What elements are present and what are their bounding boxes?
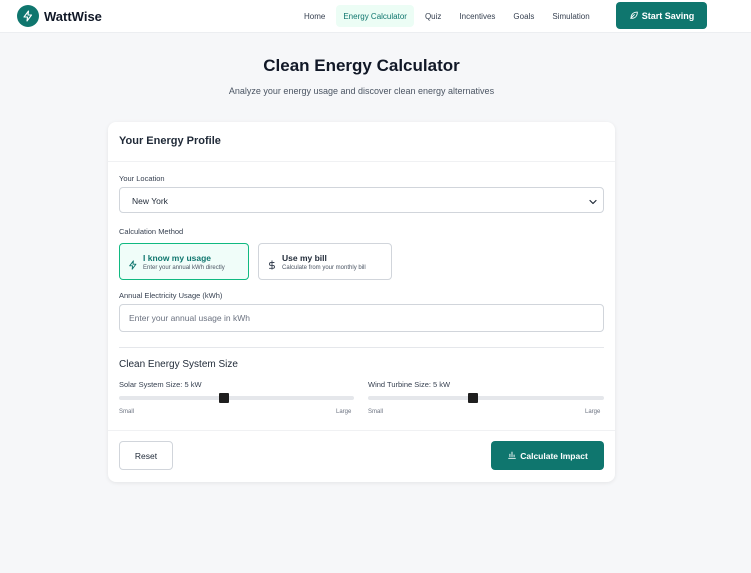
- section-divider: [119, 347, 604, 348]
- calculate-impact-button[interactable]: Calculate Impact: [491, 441, 604, 470]
- solar-min-label: Small: [119, 409, 135, 415]
- nav-link-goals[interactable]: Goals: [506, 5, 541, 27]
- nav-link-quiz[interactable]: Quiz: [418, 5, 448, 27]
- location-select[interactable]: New York: [119, 187, 604, 213]
- wind-min-label: Small: [368, 409, 384, 415]
- bar-chart-icon: [507, 450, 520, 462]
- calculation-method-label: Calculation Method: [119, 227, 184, 236]
- system-size-title: Clean Energy System Size: [119, 359, 238, 370]
- method-option-usage[interactable]: I know my usage Enter your annual kWh di…: [119, 243, 249, 280]
- leaf-icon: [629, 10, 642, 22]
- method-option-bill-desc: Calculate from your monthly bill: [282, 265, 366, 271]
- usage-label: Annual Electricity Usage (kWh): [119, 291, 223, 300]
- brand-name: WattWise: [44, 8, 102, 24]
- nav-link-energy-calculator[interactable]: Energy Calculator: [336, 5, 414, 27]
- method-option-bill[interactable]: Use my bill Calculate from your monthly …: [258, 243, 392, 280]
- wind-max-label: Large: [585, 409, 601, 415]
- page-title: Clean Energy Calculator: [263, 56, 460, 75]
- start-saving-button[interactable]: Start Saving: [616, 2, 707, 29]
- nav-links: Home Energy Calculator Quiz Incentives G…: [297, 5, 601, 27]
- usage-input[interactable]: [119, 304, 604, 332]
- start-saving-label: Start Saving: [641, 10, 695, 21]
- lightning-icon: [128, 257, 138, 275]
- solar-size-label: Solar System Size: 5 kW: [119, 380, 202, 389]
- brand-logo[interactable]: WattWise: [17, 5, 102, 27]
- method-option-usage-title: I know my usage: [143, 253, 212, 263]
- solar-size-slider[interactable]: [119, 393, 354, 403]
- energy-profile-card: Your Energy Profile Your Location New Yo…: [108, 122, 615, 482]
- card-header: Your Energy Profile: [108, 122, 615, 162]
- nav-link-simulation[interactable]: Simulation: [545, 5, 596, 27]
- solar-max-label: Large: [336, 409, 352, 415]
- card-title: Your Energy Profile: [119, 135, 221, 147]
- location-label: Your Location: [119, 174, 165, 183]
- reset-button[interactable]: Reset: [119, 441, 173, 470]
- chevron-down-icon: [587, 195, 599, 213]
- calculate-impact-label: Calculate Impact: [520, 450, 588, 461]
- method-option-bill-title: Use my bill: [282, 253, 327, 263]
- footer-divider: [108, 430, 615, 431]
- dollar-icon: [267, 257, 277, 275]
- top-navbar: WattWise Home Energy Calculator Quiz Inc…: [0, 0, 751, 33]
- location-select-value: New York: [132, 196, 168, 206]
- lightning-icon: [17, 5, 39, 27]
- nav-link-home[interactable]: Home: [297, 5, 332, 27]
- solar-slider-thumb[interactable]: [219, 393, 229, 403]
- wind-size-slider[interactable]: [368, 393, 604, 403]
- method-option-usage-desc: Enter your annual kWh directly: [143, 265, 225, 271]
- wind-size-label: Wind Turbine Size: 5 kW: [368, 380, 451, 389]
- wind-slider-thumb[interactable]: [468, 393, 478, 403]
- nav-link-incentives[interactable]: Incentives: [452, 5, 502, 27]
- page-subtitle: Analyze your energy usage and discover c…: [228, 86, 495, 96]
